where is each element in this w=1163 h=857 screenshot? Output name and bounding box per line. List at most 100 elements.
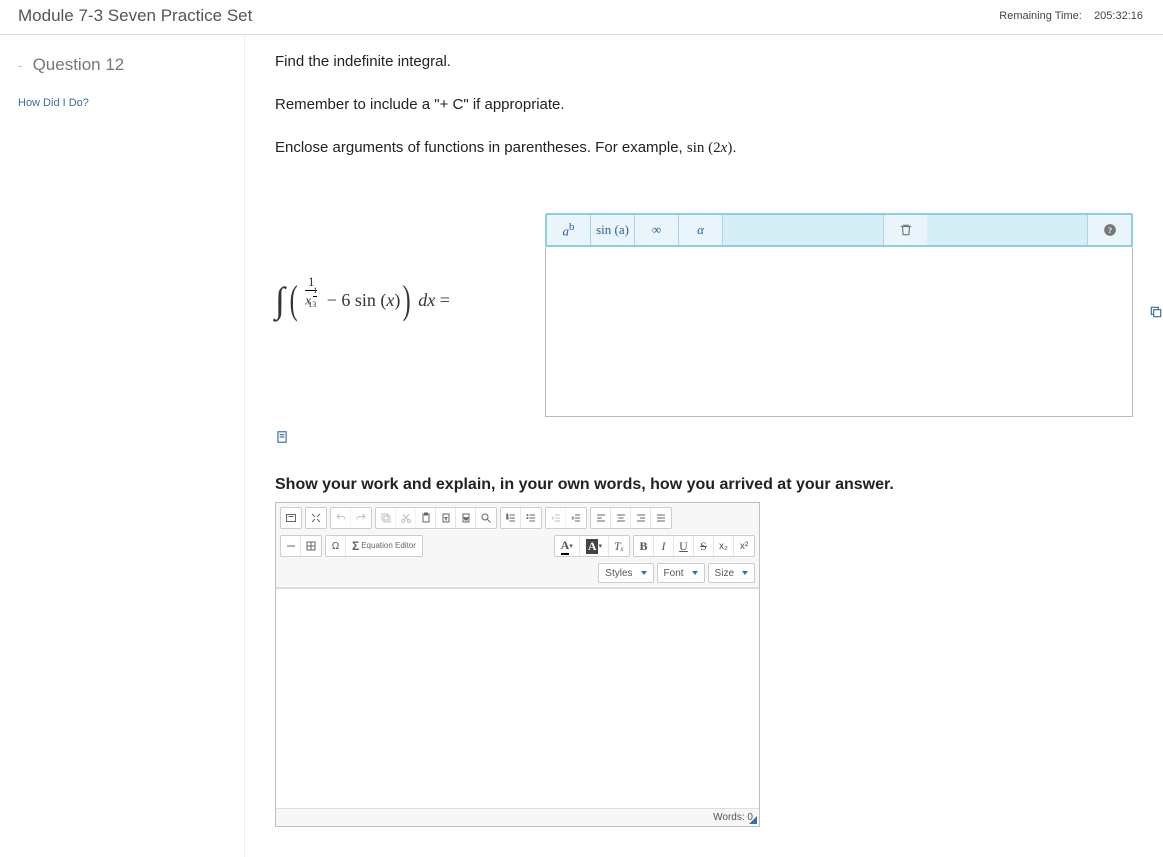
special-char-button[interactable]: Ω [326,536,346,556]
source-icon [285,512,297,524]
svg-text:T: T [444,516,447,521]
hr-button[interactable] [281,536,301,556]
caret-icon [641,571,647,575]
integral-expression: ∫ ( 1 x 113 − 6 sin (x) ) dx = [275,274,505,326]
indent-icon [570,512,582,524]
numbered-list-button[interactable]: 12 [501,508,521,528]
rich-text-editor: T W 12 [275,502,760,827]
undo-button[interactable] [331,508,351,528]
infinity-tool[interactable]: ∞ [635,215,679,245]
caret-icon [692,571,698,575]
rparen-icon: ) [403,284,411,316]
paste-text-button[interactable]: T [436,508,456,528]
main-area: - Question 12 How Did I Do? Find the ind… [0,35,1163,857]
question-label: - Question 12 [18,55,226,75]
align-justify-button[interactable] [651,508,671,528]
trash-tool[interactable] [883,215,927,245]
resize-grip-icon[interactable] [749,816,757,824]
caret-icon [742,571,748,575]
bullet-list-button[interactable] [521,508,541,528]
time-label: Remaining Time: [999,10,1082,22]
equation-input: ab sin (a) ∞ α ? [545,213,1133,417]
word-count: Words: 0 [713,812,753,823]
module-title: Module 7-3 Seven Practice Set [18,6,252,26]
svg-text:2: 2 [506,516,508,520]
equation-row: ∫ ( 1 x 113 − 6 sin (x) ) dx = ab sin (a… [275,183,1133,417]
hr-icon [285,540,297,552]
redo-button[interactable] [351,508,371,528]
source-button[interactable] [281,508,301,528]
align-right-icon [635,512,647,524]
text-color-button[interactable]: A▾ [555,536,580,556]
copy-icon [380,512,392,524]
remaining-time: Remaining Time: 205:32:16 [999,10,1143,22]
bold-button[interactable]: B [634,536,654,556]
ul-icon [525,512,537,524]
paste-word-button[interactable]: W [456,508,476,528]
rte-toolbar: T W 12 [276,503,759,588]
prompt-line-3: Enclose arguments of functions in parent… [275,139,1133,157]
table-icon [305,540,317,552]
align-right-button[interactable] [631,508,651,528]
styles-dropdown[interactable]: Styles [598,563,653,583]
maximize-icon [310,512,322,524]
ol-icon: 12 [505,512,517,524]
cut-button[interactable] [396,508,416,528]
svg-text:?: ? [1107,226,1111,235]
align-justify-icon [655,512,667,524]
remove-format-button[interactable]: Tₓ [609,536,629,556]
undo-icon [335,512,347,524]
equation-textarea[interactable] [545,247,1133,417]
how-did-i-do-link[interactable]: How Did I Do? [18,97,89,109]
sidebar: - Question 12 How Did I Do? [0,35,245,857]
page-header: Module 7-3 Seven Practice Set Remaining … [0,0,1163,35]
font-dropdown[interactable]: Font [657,563,705,583]
italic-button[interactable]: I [654,536,674,556]
greek-tool[interactable]: α [679,215,723,245]
fraction: 1 x 113 [302,274,320,326]
exponent-tool[interactable]: ab [547,215,591,245]
rte-textarea[interactable] [276,588,759,808]
lparen-icon: ( [290,284,298,316]
align-left-icon [595,512,607,524]
bg-color-button[interactable]: A▾ [580,536,609,556]
show-work-label: Show your work and explain, in your own … [275,476,1133,494]
trash-icon [899,223,913,237]
rte-footer: Words: 0 [276,808,759,826]
prompt-line-1: Find the indefinite integral. [275,53,1133,70]
table-button[interactable] [301,536,321,556]
equation-editor-button[interactable]: Σ Equation Editor [346,536,422,556]
paste-word-icon: W [460,512,472,524]
maximize-button[interactable] [306,508,326,528]
prompt-line-2: Remember to include a "+ C" if appropria… [275,96,1133,113]
align-center-button[interactable] [611,508,631,528]
help-icon: ? [1103,223,1117,237]
outdent-button[interactable] [546,508,566,528]
align-left-button[interactable] [591,508,611,528]
popout-icon[interactable] [1149,305,1163,319]
time-value: 205:32:16 [1094,10,1143,22]
outdent-icon [550,512,562,524]
redo-icon [355,512,367,524]
document-icon[interactable] [275,429,289,445]
integral-icon: ∫ [275,282,285,318]
help-tool[interactable]: ? [1087,215,1131,245]
paste-text-icon: T [440,512,452,524]
dash-icon: - [18,57,23,73]
example-math: sin (2x) [687,140,732,156]
subscript-button[interactable]: x₂ [714,536,734,556]
paste-button[interactable] [416,508,436,528]
svg-text:W: W [464,516,468,521]
superscript-button[interactable]: x² [734,536,754,556]
function-tool[interactable]: sin (a) [591,215,635,245]
strike-button[interactable]: S [694,536,714,556]
equation-toolbar: ab sin (a) ∞ α ? [545,213,1133,247]
paste-icon [420,512,432,524]
indent-button[interactable] [566,508,586,528]
size-dropdown[interactable]: Size [708,563,755,583]
question-content: Find the indefinite integral. Remember t… [245,35,1163,857]
copy-button[interactable] [376,508,396,528]
find-button[interactable] [476,508,496,528]
search-icon [480,512,492,524]
underline-button[interactable]: U [674,536,694,556]
